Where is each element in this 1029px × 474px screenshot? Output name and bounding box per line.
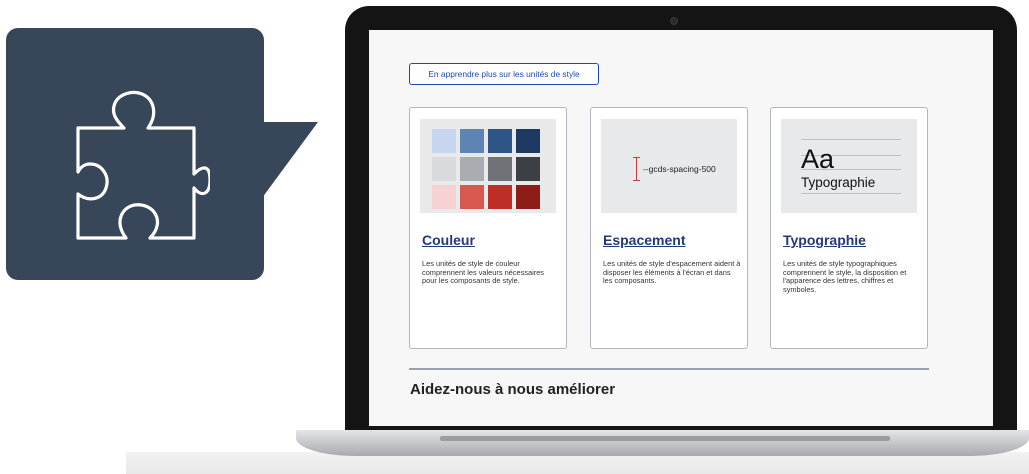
learn-more-style-units-button[interactable]: En apprendre plus sur les unités de styl… bbox=[409, 63, 599, 85]
card-espacement[interactable]: --gcds-spacing-500 Espacement Les unités… bbox=[590, 107, 748, 349]
laptop-hinge bbox=[440, 436, 890, 441]
typography-image: Aa Typographie bbox=[781, 119, 917, 213]
color-swatch bbox=[460, 129, 484, 153]
spacing-image: --gcds-spacing-500 bbox=[601, 119, 737, 213]
spacing-token-label: --gcds-spacing-500 bbox=[643, 164, 716, 174]
spacing-marker-icon bbox=[633, 157, 640, 181]
color-swatch bbox=[432, 129, 456, 153]
card-title-couleur[interactable]: Couleur bbox=[422, 232, 475, 248]
typography-guide-line bbox=[801, 193, 901, 194]
color-swatch bbox=[432, 157, 456, 181]
color-swatch bbox=[488, 185, 512, 209]
laptop-base bbox=[296, 430, 1029, 456]
puzzle-piece-icon bbox=[76, 90, 210, 240]
speech-bubble bbox=[6, 28, 264, 280]
card-title-typographie[interactable]: Typographie bbox=[783, 232, 866, 248]
card-text-espacement: Les unités de style d'espacement aident … bbox=[603, 259, 741, 286]
webcam bbox=[670, 17, 678, 25]
card-text-typographie: Les unités de style typographiques compr… bbox=[783, 259, 907, 294]
section-divider bbox=[409, 368, 929, 370]
color-swatch bbox=[516, 185, 540, 209]
color-swatch bbox=[488, 129, 512, 153]
typography-sample-aa: Aa bbox=[801, 144, 835, 174]
card-couleur[interactable]: Couleur Les unités de style de couleur c… bbox=[409, 107, 567, 349]
color-swatch bbox=[460, 185, 484, 209]
color-swatch bbox=[516, 157, 540, 181]
color-swatch-image bbox=[420, 119, 556, 213]
typography-sample-word: Typographie bbox=[801, 175, 876, 190]
card-typographie[interactable]: Aa Typographie Typographie Les unités de… bbox=[770, 107, 928, 349]
typography-guide-line bbox=[801, 139, 901, 140]
color-swatch-grid bbox=[432, 129, 540, 209]
help-us-improve-heading: Aidez-nous à nous améliorer bbox=[410, 381, 616, 398]
color-swatch bbox=[432, 185, 456, 209]
card-text-couleur: Les unités de style de couleur comprenne… bbox=[422, 259, 545, 286]
color-swatch bbox=[488, 157, 512, 181]
color-swatch bbox=[460, 157, 484, 181]
card-title-espacement[interactable]: Espacement bbox=[603, 232, 685, 248]
speech-bubble-tail bbox=[262, 122, 318, 198]
color-swatch bbox=[516, 129, 540, 153]
